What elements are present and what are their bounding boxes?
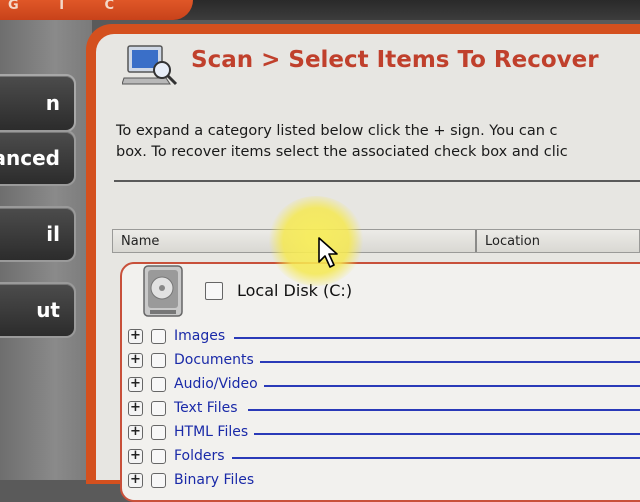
row-line bbox=[248, 409, 640, 411]
expand-icon[interactable]: + bbox=[128, 329, 143, 344]
computer-scan-icon bbox=[122, 45, 178, 86]
sidebar-button-about[interactable]: ut bbox=[0, 282, 76, 338]
tree-row-folders[interactable]: + Folders bbox=[128, 447, 640, 467]
row-checkbox[interactable] bbox=[151, 377, 166, 392]
expand-icon[interactable]: + bbox=[128, 377, 143, 392]
row-label: HTML Files bbox=[174, 424, 249, 440]
row-line bbox=[254, 433, 640, 435]
tree-row-documents[interactable]: + Documents bbox=[128, 351, 640, 371]
divider bbox=[114, 180, 640, 182]
mouse-pointer-icon bbox=[318, 237, 338, 268]
row-label: Folders bbox=[174, 448, 225, 464]
row-label: Documents bbox=[174, 352, 254, 368]
local-disk-checkbox[interactable] bbox=[205, 282, 223, 300]
row-line bbox=[260, 361, 640, 363]
local-disk-label: Local Disk (C:) bbox=[237, 281, 353, 300]
column-location-header[interactable]: Location bbox=[485, 234, 540, 249]
expand-icon[interactable]: + bbox=[128, 401, 143, 416]
row-checkbox[interactable] bbox=[151, 329, 166, 344]
column-header: Name Location bbox=[112, 229, 640, 253]
sidebar-button-advanced[interactable]: anced bbox=[0, 130, 76, 186]
row-line bbox=[234, 337, 640, 339]
sidebar: n anced il ut bbox=[0, 20, 92, 480]
tree-row-html-files[interactable]: + HTML Files bbox=[128, 423, 640, 443]
expand-icon[interactable]: + bbox=[128, 353, 143, 368]
row-checkbox[interactable] bbox=[151, 449, 166, 464]
row-label: Images bbox=[174, 328, 226, 344]
row-checkbox[interactable] bbox=[151, 401, 166, 416]
expand-icon[interactable]: + bbox=[128, 425, 143, 440]
tree-row-binary-files[interactable]: + Binary Files bbox=[128, 471, 640, 491]
hard-drive-icon bbox=[143, 265, 183, 317]
instructions-line-2: box. To recover items select the associa… bbox=[116, 144, 568, 160]
row-checkbox[interactable] bbox=[151, 473, 166, 488]
column-name-header[interactable]: Name bbox=[121, 234, 159, 249]
row-checkbox[interactable] bbox=[151, 425, 166, 440]
tree-row-audio-video[interactable]: + Audio/Video bbox=[128, 375, 640, 395]
expand-icon[interactable]: + bbox=[128, 473, 143, 488]
cursor-highlight bbox=[268, 196, 364, 286]
row-line bbox=[264, 385, 640, 387]
tree-row-images[interactable]: + Images bbox=[128, 327, 640, 347]
sidebar-button-scan[interactable]: n bbox=[0, 74, 76, 132]
row-label: Binary Files bbox=[174, 472, 255, 488]
instructions-line-1: To expand a category listed below click … bbox=[116, 123, 558, 139]
page-title: Scan > Select Items To Recover bbox=[191, 47, 599, 73]
sidebar-button-email[interactable]: il bbox=[0, 206, 76, 262]
row-label: Audio/Video bbox=[174, 376, 258, 392]
instructions: To expand a category listed below click … bbox=[116, 121, 640, 163]
row-checkbox[interactable] bbox=[151, 353, 166, 368]
row-line bbox=[232, 457, 640, 459]
tree-row-text-files[interactable]: + Text Files bbox=[128, 399, 640, 419]
expand-icon[interactable]: + bbox=[128, 449, 143, 464]
brand-logo: G I C bbox=[0, 0, 193, 20]
row-label: Text Files bbox=[174, 400, 238, 416]
column-separator[interactable] bbox=[475, 230, 477, 252]
